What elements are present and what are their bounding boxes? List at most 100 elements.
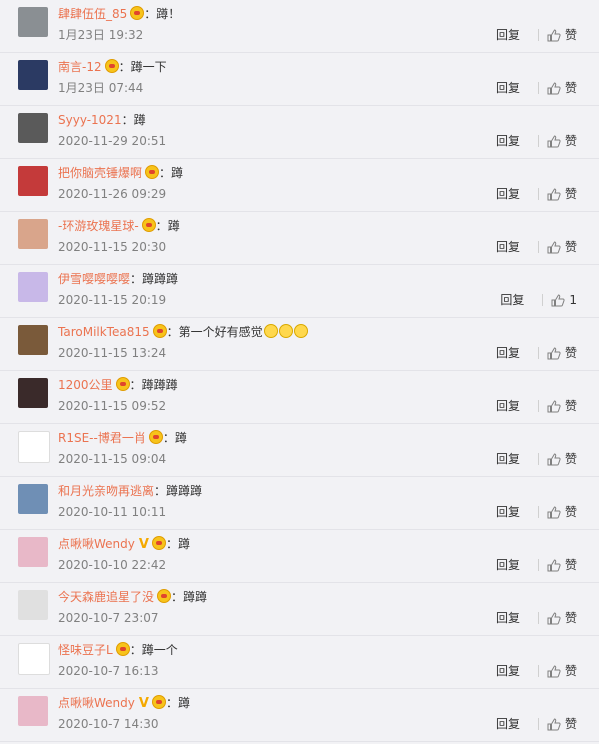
comment-actions: 回复 赞: [496, 399, 577, 416]
comment-text: 蹲: [177, 696, 190, 710]
comment-item: 点啾啾Wendy V ：蹲 2020-10-7 14:30 回复 赞: [0, 689, 599, 742]
like-button[interactable]: 赞: [547, 399, 577, 413]
avatar[interactable]: [18, 537, 48, 567]
comment-actions: 回复 赞: [496, 187, 577, 204]
reply-button[interactable]: 回复: [496, 717, 520, 731]
avatar[interactable]: [18, 60, 48, 90]
reply-button[interactable]: 回复: [496, 240, 520, 254]
comment-time: 2020-10-11 10:11: [58, 505, 167, 519]
member-badge-icon: [130, 6, 145, 20]
member-badge-icon: [141, 218, 156, 232]
like-button[interactable]: 1: [551, 293, 577, 307]
username-link[interactable]: TaroMilkTea815: [58, 325, 150, 339]
colon: ：: [129, 643, 142, 657]
comment-item: Syyy-1021：蹲 2020-11-29 20:51 回复 赞: [0, 106, 599, 159]
colon: ：: [129, 378, 142, 392]
username-link[interactable]: -环游玫瑰星球-: [58, 219, 139, 233]
like-button[interactable]: 赞: [547, 452, 577, 466]
username-link[interactable]: 怪味豆子L: [58, 643, 113, 657]
like-button[interactable]: 赞: [547, 240, 577, 254]
avatar[interactable]: [18, 696, 48, 726]
like-button[interactable]: 赞: [547, 717, 577, 731]
comment-time: 2020-10-10 22:42: [58, 558, 167, 572]
like-button[interactable]: 赞: [547, 664, 577, 678]
reply-button[interactable]: 回复: [496, 611, 520, 625]
avatar[interactable]: [18, 219, 48, 249]
member-badge-icon: [148, 430, 163, 444]
thumbs-up-icon: [547, 612, 561, 628]
reply-button[interactable]: 回复: [496, 664, 520, 678]
like-label: 赞: [564, 558, 577, 572]
reply-button[interactable]: 回复: [496, 134, 520, 148]
comment-time: 2020-10-7 23:07: [58, 611, 159, 625]
like-button[interactable]: 赞: [547, 611, 577, 625]
colon: ：: [165, 696, 178, 710]
colon: ：: [171, 590, 184, 604]
comment-list: 肆肆伍伍_85 ：蹲！ 1月23日 19:32 回复赞南言-12 ：蹲一下 1月23日 0…: [0, 0, 599, 742]
reply-button[interactable]: 回复: [496, 81, 520, 95]
like-button[interactable]: 赞: [547, 505, 577, 519]
avatar[interactable]: [18, 166, 48, 196]
username-link[interactable]: R1SE--博君一肖: [58, 431, 146, 445]
username-link[interactable]: 伊雪嘤嘤嘤嘤: [58, 272, 130, 286]
avatar[interactable]: [18, 431, 50, 463]
like-button[interactable]: 赞: [547, 28, 577, 42]
comment-time: 2020-11-15 13:24: [58, 346, 167, 360]
comment-item: 1200公里 ：蹲蹲蹲 2020-11-15 09:52 回复 赞: [0, 371, 599, 424]
username-link[interactable]: 1200公里: [58, 378, 113, 392]
thumbs-up-icon: [547, 241, 561, 257]
avatar[interactable]: [18, 113, 48, 143]
username-link[interactable]: 今天森鹿追星了没: [58, 590, 154, 604]
avatar[interactable]: [18, 378, 48, 408]
comment-line: 把你脑壳锤爆啊 ：蹲: [58, 165, 183, 181]
action-divider: [537, 400, 539, 412]
username-link[interactable]: 点啾啾Wendy: [58, 696, 135, 710]
avatar[interactable]: [18, 590, 48, 620]
reply-button[interactable]: 回复: [500, 293, 524, 307]
username-link[interactable]: 点啾啾Wendy: [58, 537, 135, 551]
avatar[interactable]: [18, 7, 48, 37]
avatar[interactable]: [18, 272, 48, 302]
comment-line: TaroMilkTea815 ：第一个好有感觉: [58, 324, 308, 340]
avatar[interactable]: [18, 484, 48, 514]
thumbs-up-icon: [547, 347, 561, 363]
like-button[interactable]: 赞: [547, 558, 577, 572]
like-label: 赞: [564, 187, 577, 201]
username-link[interactable]: 和月光亲吻再逃离: [58, 484, 154, 498]
avatar[interactable]: [18, 643, 50, 675]
like-button[interactable]: 赞: [547, 134, 577, 148]
reply-button[interactable]: 回复: [496, 187, 520, 201]
comment-text: 蹲蹲蹲: [166, 484, 203, 498]
member-badge-icon: [152, 324, 167, 338]
like-label: 赞: [564, 134, 577, 148]
like-label: 赞: [564, 346, 577, 360]
comment-item: TaroMilkTea815 ：第一个好有感觉 2020-11-15 13:24 回复…: [0, 318, 599, 371]
reply-button[interactable]: 回复: [496, 452, 520, 466]
username-link[interactable]: Syyy-1021: [58, 113, 122, 127]
like-label: 赞: [564, 399, 577, 413]
like-button[interactable]: 赞: [547, 346, 577, 360]
comment-line: 伊雪嘤嘤嘤嘤：蹲蹲蹲: [58, 271, 178, 287]
comment-text: 蹲: [174, 431, 187, 445]
reply-button[interactable]: 回复: [496, 399, 520, 413]
avatar[interactable]: [18, 325, 48, 355]
comment-line: 南言-12 ：蹲一下: [58, 59, 167, 75]
action-divider: [537, 453, 539, 465]
username-link[interactable]: 南言-12: [58, 60, 102, 74]
username-link[interactable]: 把你脑壳锤爆啊: [58, 166, 142, 180]
colon: ：: [155, 219, 168, 233]
reply-button[interactable]: 回复: [496, 346, 520, 360]
like-button[interactable]: 赞: [547, 187, 577, 201]
comment-time: 2020-10-7 16:13: [58, 664, 159, 678]
comment-line: 今天森鹿追星了没 ：蹲蹲: [58, 589, 207, 605]
action-divider: [537, 188, 539, 200]
reply-button[interactable]: 回复: [496, 558, 520, 572]
username-link[interactable]: 肆肆伍伍_85: [58, 7, 127, 21]
comment-time: 2020-11-15 20:19: [58, 293, 167, 307]
like-button[interactable]: 赞: [547, 81, 577, 95]
colon: ：: [154, 484, 167, 498]
reply-button[interactable]: 回复: [496, 505, 520, 519]
like-label: 赞: [564, 505, 577, 519]
reply-button[interactable]: 回复: [496, 28, 520, 42]
thumbs-up-icon: [547, 29, 561, 45]
